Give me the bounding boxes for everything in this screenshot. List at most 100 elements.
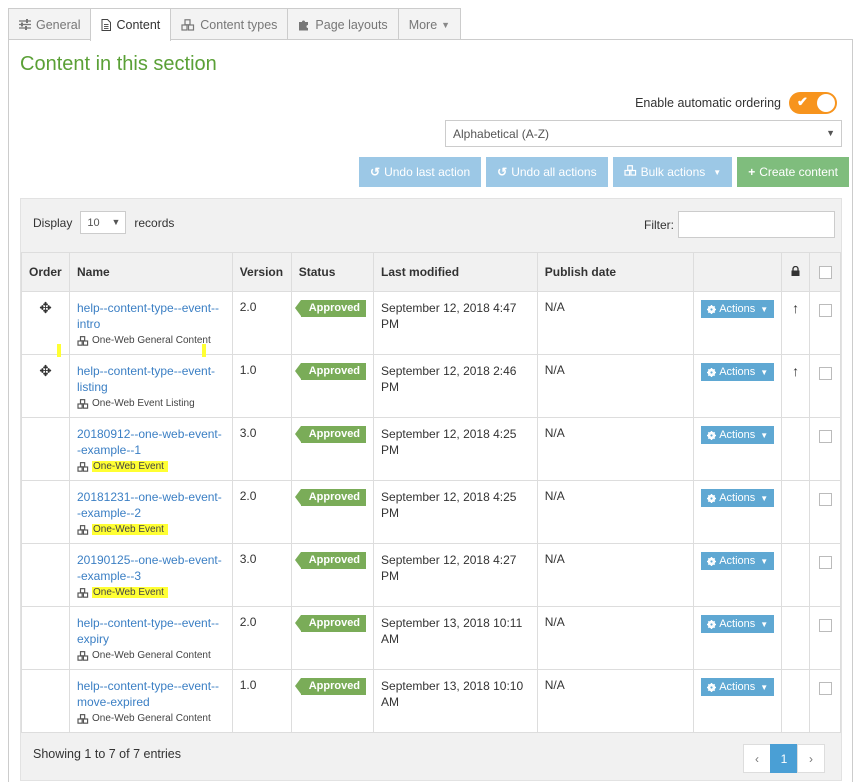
column-publish-date[interactable]: Publish date — [536, 252, 695, 292]
column-last-modified[interactable]: Last modified — [373, 252, 538, 292]
order-cell — [21, 669, 70, 733]
table-header-row: Order Name Version Status Last modified … — [21, 252, 841, 292]
automatic-ordering-toggle[interactable]: ✔ — [789, 92, 837, 114]
content-table: Order Name Version Status Last modified … — [21, 252, 841, 733]
caret-down-icon: ▼ — [441, 19, 451, 30]
cubes-icon — [77, 713, 89, 724]
version-cell: 2.0 — [231, 291, 292, 355]
row-checkbox[interactable] — [818, 682, 832, 695]
select-all-checkbox[interactable] — [818, 266, 832, 279]
content-link[interactable]: help--content-type--event--move-expired — [77, 678, 225, 710]
column-status[interactable]: Status — [290, 252, 375, 292]
content-link[interactable]: help--content-type--event-listing — [77, 363, 225, 395]
tab-more[interactable]: More ▼ — [397, 8, 462, 40]
toolbar: ↺ Undo last action ↺ Undo all actions Bu… — [354, 157, 849, 187]
caret-down-icon: ▼ — [760, 430, 769, 440]
arrow-up-icon[interactable]: ↑ — [792, 363, 799, 379]
check-icon: ✔ — [797, 94, 808, 109]
row-checkbox[interactable] — [818, 304, 832, 317]
filter-input[interactable] — [678, 211, 835, 238]
last-modified-cell: September 12, 2018 2:46 PM — [373, 354, 538, 418]
cubes-icon — [181, 18, 195, 31]
filter: Filter: — [644, 211, 835, 238]
move-icon[interactable]: ✥ — [39, 299, 52, 317]
select-cell — [809, 543, 841, 607]
actions-button[interactable]: Actions ▼ — [701, 489, 775, 507]
content-type-label: One-Web General Content — [91, 335, 211, 346]
create-content-label: Create content — [759, 165, 838, 179]
lock-cell — [781, 606, 811, 670]
undo-all-actions-button[interactable]: ↺ Undo all actions — [486, 157, 608, 187]
create-content-button[interactable]: + Create content — [737, 157, 849, 187]
version-cell: 2.0 — [231, 480, 292, 544]
actions-button[interactable]: Actions ▼ — [701, 300, 775, 318]
gear-icon — [707, 493, 717, 503]
ordering-select[interactable]: Alphabetical (A-Z) ▼ — [445, 120, 842, 147]
content-link[interactable]: help--content-type--event--intro — [77, 300, 225, 332]
column-version[interactable]: Version — [231, 252, 292, 292]
status-badge: Approved — [294, 300, 367, 317]
actions-button[interactable]: Actions ▼ — [701, 678, 775, 696]
actions-button[interactable]: Actions ▼ — [701, 615, 775, 633]
last-modified-value: September 13, 2018 10:11 AM — [381, 616, 523, 646]
select-cell — [809, 354, 841, 418]
actions-label: Actions — [719, 366, 756, 378]
cubes-icon — [77, 524, 89, 535]
row-checkbox[interactable] — [818, 367, 832, 380]
row-checkbox[interactable] — [818, 619, 832, 632]
actions-button[interactable]: Actions ▼ — [701, 552, 775, 570]
cubes-icon — [77, 461, 89, 472]
content-link[interactable]: 20190125--one-web-event--example--3 — [77, 552, 225, 584]
content-table-wrapper: Display 10 ▼ records Filter: Order Name … — [20, 198, 842, 781]
undo-last-action-label: Undo last action — [384, 165, 471, 179]
column-order[interactable]: Order — [21, 252, 70, 292]
select-cell — [809, 669, 841, 733]
content-type: One-Web General Content — [77, 713, 225, 724]
publish-date-cell: N/A — [536, 606, 695, 670]
cubes-icon — [77, 587, 89, 598]
tab-general[interactable]: General — [8, 8, 92, 40]
bulk-actions-button[interactable]: Bulk actions ▼ — [612, 157, 733, 187]
undo-last-action-button[interactable]: ↺ Undo last action — [359, 157, 482, 187]
last-modified-cell: September 12, 2018 4:25 PM — [373, 417, 538, 481]
row-checkbox[interactable] — [818, 493, 832, 506]
highlight-mark — [202, 344, 206, 357]
tab-page-layouts-label: Page layouts — [315, 17, 388, 32]
bulk-actions-label: Bulk actions — [640, 165, 706, 179]
records-per-page-select[interactable]: 10 ▼ — [80, 211, 127, 234]
previous-page-button[interactable]: ‹ — [743, 744, 771, 773]
name-cell: help--content-type--event--intro One-Web … — [68, 291, 233, 355]
lock-icon — [791, 265, 800, 279]
tab-content[interactable]: Content — [90, 8, 172, 41]
content-link[interactable]: 20180912--one-web-event--example--1 — [77, 426, 225, 458]
actions-cell: Actions ▼ — [693, 417, 783, 481]
content-type-label: One-Web Event — [91, 461, 168, 472]
actions-button[interactable]: Actions ▼ — [701, 426, 775, 444]
tab-page-layouts[interactable]: Page layouts — [287, 8, 399, 40]
version-cell: 2.0 — [231, 606, 292, 670]
page-button[interactable]: 1 — [770, 744, 798, 773]
move-icon[interactable]: ✥ — [39, 362, 52, 380]
arrow-up-icon[interactable]: ↑ — [792, 300, 799, 316]
publish-date-cell: N/A — [536, 669, 695, 733]
actions-button[interactable]: Actions ▼ — [701, 363, 775, 381]
next-page-button[interactable]: › — [797, 744, 825, 773]
lock-cell — [781, 480, 811, 544]
actions-cell: Actions ▼ — [693, 354, 783, 418]
content-link[interactable]: help--content-type--event--expiry — [77, 615, 225, 647]
column-select-all — [809, 252, 841, 292]
order-cell — [21, 417, 70, 481]
lock-cell — [781, 417, 811, 481]
content-link[interactable]: 20181231--one-web-event--example--2 — [77, 489, 225, 521]
tab-content-types[interactable]: Content types — [170, 8, 289, 40]
content-type-label: One-Web Event Listing — [91, 398, 195, 409]
column-name[interactable]: Name — [68, 252, 233, 292]
pagination: ‹ 1 › — [743, 744, 825, 773]
version-cell: 3.0 — [231, 417, 292, 481]
row-checkbox[interactable] — [818, 430, 832, 443]
status-badge: Approved — [294, 678, 367, 695]
row-checkbox[interactable] — [818, 556, 832, 569]
content-type: One-Web Event — [77, 524, 225, 535]
actions-label: Actions — [719, 303, 756, 315]
caret-down-icon: ▼ — [760, 304, 769, 314]
